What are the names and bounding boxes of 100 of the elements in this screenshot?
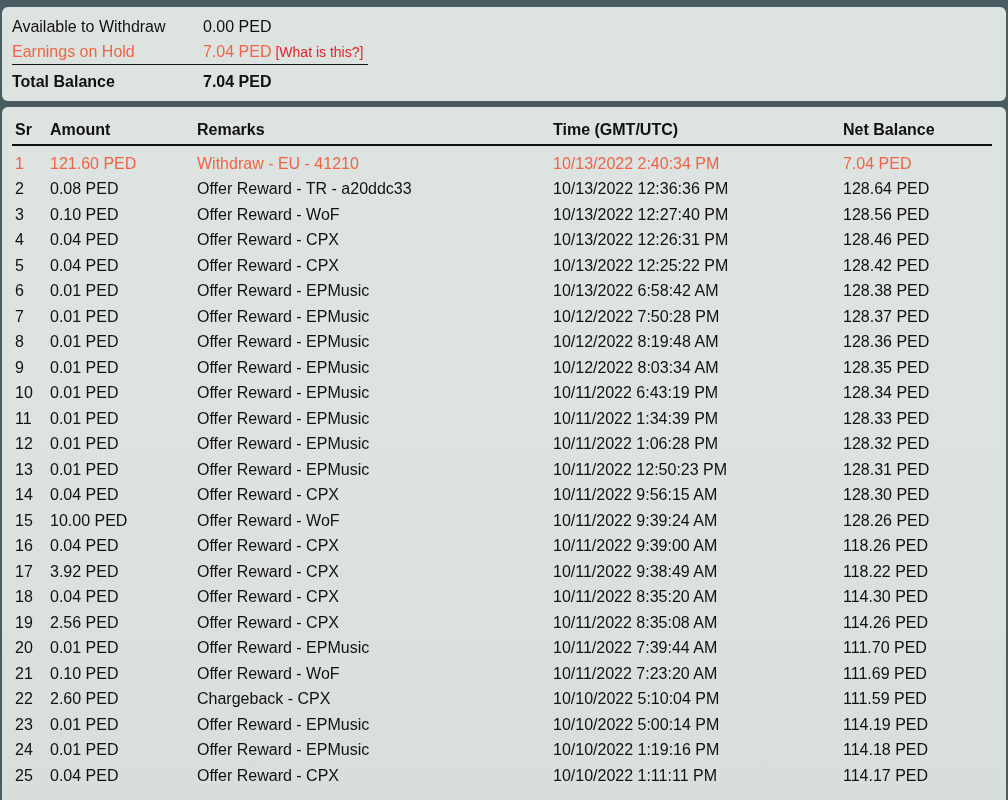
column-header: Remarks (197, 121, 266, 139)
table-cell-text: Offer Reward - CPX (197, 537, 340, 556)
table-cell-text: 10/13/2022 12:27:40 PM (553, 205, 730, 224)
table-cell-text: 128.37 PED (843, 307, 931, 326)
table-cell-text: 8 (15, 333, 25, 352)
table-cell-text: 10/11/2022 9:39:24 AM (553, 511, 719, 530)
table-cell-text: 24 (15, 741, 34, 760)
table-cell-text: 13 (15, 460, 34, 479)
table-cell-text: 16 (15, 537, 34, 556)
table-cell-text: 10/11/2022 8:35:20 AM (553, 588, 719, 607)
table-cell-text: 114.26 PED (843, 613, 930, 632)
table-cell-text: 2 (15, 180, 25, 199)
table-cell-text: 10/12/2022 8:03:34 AM (553, 358, 720, 377)
table-cell-text: 111.69 PED (843, 664, 928, 683)
table-cell-text: 20 (15, 639, 34, 658)
table-cell-text: Offer Reward - EPMusic (197, 307, 371, 326)
table-cell-text: 10/13/2022 12:36:36 PM (553, 180, 730, 199)
table-cell-text: Offer Reward - CPX (197, 256, 340, 275)
table-cell-text: 128.46 PED (843, 231, 931, 250)
table-cell-text: 18 (15, 588, 34, 607)
table-cell-text: 0.04 PED (50, 537, 120, 556)
table-cell-text: Offer Reward - WoF (197, 664, 341, 683)
table-cell-text: Offer Reward - EPMusic (197, 282, 371, 301)
help-link[interactable]: [What is this?] (275, 43, 364, 60)
table-cell-text: Offer Reward - CPX (197, 588, 340, 607)
table-cell-text: Offer Reward - WoF (197, 511, 341, 530)
balance-label: Earnings on Hold (12, 42, 136, 61)
table-cell-text: Offer Reward - EPMusic (197, 435, 371, 454)
table-cell-text: 10/12/2022 7:50:28 PM (553, 307, 721, 326)
table-cell-text: Offer Reward - EPMusic (197, 460, 371, 479)
table-cell-text: Offer Reward - EPMusic (197, 639, 371, 658)
table-cell-text: 7.04 PED (843, 154, 913, 173)
table-cell-text: 1 (15, 154, 25, 173)
table-cell-text: 7 (15, 307, 25, 326)
table-cell-text: 114.30 PED (843, 588, 930, 607)
table-cell-text: 0.10 PED (50, 664, 120, 683)
table-cell-text: 10/13/2022 2:40:34 PM (553, 154, 721, 173)
table-cell-text: 10/11/2022 9:56:15 AM (553, 486, 719, 505)
table-cell-text: Offer Reward - CPX (197, 766, 340, 785)
table-cell-text: Offer Reward - EPMusic (197, 715, 371, 734)
table-cell-text: 0.04 PED (50, 766, 120, 785)
table-cell-text: 10/11/2022 7:39:44 AM (553, 639, 719, 658)
table-cell-text: 21 (15, 664, 34, 683)
table-cell-text: 3.92 PED (50, 562, 120, 581)
table-cell-text: Offer Reward - EPMusic (197, 333, 371, 352)
table-cell-text: 128.56 PED (843, 205, 931, 224)
table-cell-text: Offer Reward - EPMusic (197, 358, 371, 377)
table-cell-text: 10/11/2022 6:43:19 PM (553, 384, 720, 403)
table-cell-text: Offer Reward - EPMusic (197, 741, 371, 760)
table-cell-text: 2.56 PED (50, 613, 120, 632)
table-cell-text: Withdraw - EU - 41210 (197, 154, 360, 173)
table-cell-text: 0.01 PED (50, 333, 120, 352)
table-cell-text: 0.01 PED (50, 282, 120, 301)
table-cell-text: 128.36 PED (843, 333, 931, 352)
table-cell-text: 10/11/2022 12:50:23 PM (553, 460, 729, 479)
column-header: Time (GMT/UTC) (553, 121, 680, 139)
table-cell-text: 10 (15, 384, 34, 403)
table-cell-text: 0.04 PED (50, 486, 120, 505)
table-cell-text: Offer Reward - WoF (197, 205, 341, 224)
table-cell-text: 111.59 PED (843, 690, 928, 709)
table-cell-text: 128.38 PED (843, 282, 931, 301)
table-cell-text: 0.01 PED (50, 639, 120, 658)
table-cell-text: 128.64 PED (843, 180, 931, 199)
table-cell-text: Offer Reward - CPX (197, 613, 340, 632)
column-header: Amount (50, 121, 112, 139)
balance-value: 7.04 PED (203, 72, 273, 91)
table-cell-text: 9 (15, 358, 25, 377)
balance-label: Available to Withdraw (12, 17, 167, 36)
table-cell-text: 128.35 PED (843, 358, 931, 377)
column-header: Sr (15, 121, 33, 139)
table-cell-text: 14 (15, 486, 34, 505)
table-cell-text: 11 (15, 409, 33, 428)
table-cell-text: 114.19 PED (843, 715, 930, 734)
table-cell-text: 5 (15, 256, 25, 275)
table-cell-text: 128.26 PED (843, 511, 931, 530)
table-cell-text: 17 (15, 562, 34, 581)
table-cell-text: 10/11/2022 1:06:28 PM (553, 435, 720, 454)
table-cell-text: 10.00 PED (50, 511, 129, 530)
table-cell-text: 0.01 PED (50, 435, 120, 454)
balance-label: Total Balance (12, 72, 116, 91)
table-cell-text: 0.01 PED (50, 384, 120, 403)
table-cell-text: 114.18 PED (843, 741, 930, 760)
table-cell-text: 10/10/2022 1:19:16 PM (553, 741, 721, 760)
table-cell-text: 0.01 PED (50, 460, 120, 479)
table-cell-text: 0.04 PED (50, 256, 120, 275)
table-cell-text: 128.33 PED (843, 409, 931, 428)
table-cell-text: Offer Reward - EPMusic (197, 384, 371, 403)
table-cell-text: 128.32 PED (843, 435, 931, 454)
table-cell-text: 4 (15, 231, 25, 250)
table-cell-text: Chargeback - CPX (197, 690, 332, 709)
table-cell-text: 10/13/2022 12:26:31 PM (553, 231, 730, 250)
table-cell-text: 10/11/2022 9:39:00 AM (553, 537, 719, 556)
table-cell-text: 0.08 PED (50, 180, 120, 199)
table-cell-text: 10/12/2022 8:19:48 AM (553, 333, 720, 352)
table-cell-text: 22 (15, 690, 34, 709)
table-cell-text: 10/11/2022 8:35:08 AM (553, 613, 719, 632)
table-cell-text: 0.01 PED (50, 715, 120, 734)
table-cell-text: 121.60 PED (50, 154, 138, 173)
table-cell-text: 0.10 PED (50, 205, 120, 224)
table-cell-text: 10/10/2022 5:00:14 PM (553, 715, 721, 734)
